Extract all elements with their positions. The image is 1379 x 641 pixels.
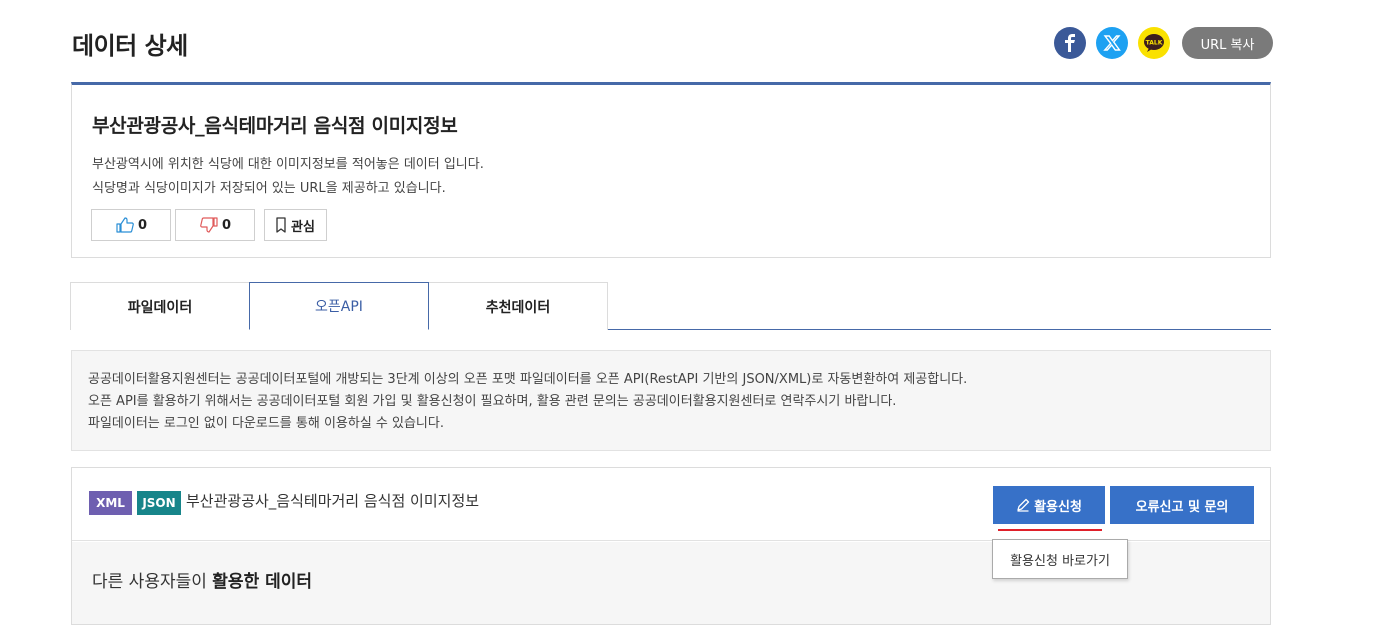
favorite-button[interactable]: 관심 — [264, 209, 327, 241]
used-data-bold: 활용한 데이터 — [212, 572, 313, 592]
apply-tooltip: 활용신청 바로가기 — [992, 539, 1128, 579]
description-line-2: 식당명과 식당이미지가 저장되어 있는 URL을 제공하고 있습니다. — [92, 181, 446, 196]
pencil-icon — [1017, 498, 1030, 512]
used-data-heading: 다른 사용자들이 활용한 데이터 — [92, 567, 312, 592]
x-twitter-icon — [1103, 35, 1121, 51]
dislike-button[interactable]: 0 — [175, 209, 255, 241]
facebook-icon — [1065, 34, 1075, 52]
dataset-description: 부산광역시에 위치한 식당에 대한 이미지정보를 적어놓은 데이터 입니다. 식… — [92, 153, 484, 201]
open-api-notice: 공공데이터활용지원센터는 공공데이터포털에 개방되는 3단계 이상의 오픈 포맷… — [71, 350, 1271, 451]
api-item: XML JSON 부산관광공사_음식테마거리 음식점 이미지정보 활용신청 오류… — [71, 467, 1271, 625]
notice-line-2: 오픈 API를 활용하기 위해서는 공공데이터포털 회원 가입 및 활용신청이 … — [88, 394, 897, 409]
used-data-prefix: 다른 사용자들이 — [92, 572, 207, 592]
report-error-button[interactable]: 오류신고 및 문의 — [1110, 486, 1254, 524]
bookmark-icon — [276, 217, 286, 233]
xml-format-badge: XML — [89, 491, 132, 515]
apply-button[interactable]: 활용신청 — [993, 486, 1105, 524]
kakaotalk-share-button[interactable]: TALK — [1138, 27, 1170, 59]
tab-recommended-data[interactable]: 추천데이터 — [428, 282, 608, 330]
tab-file-data[interactable]: 파일데이터 — [70, 282, 250, 330]
notice-line-1: 공공데이터활용지원센터는 공공데이터포털에 개방되는 3단계 이상의 오픈 포맷… — [88, 372, 968, 387]
kakao-talk-label: TALK — [1146, 40, 1163, 47]
url-copy-button[interactable]: URL 복사 — [1182, 27, 1273, 59]
api-name: 부산관광공사_음식테마거리 음식점 이미지정보 — [186, 492, 480, 510]
favorite-label: 관심 — [291, 219, 315, 235]
like-button[interactable]: 0 — [91, 209, 171, 241]
thumbs-up-icon — [116, 217, 134, 233]
dataset-summary: 부산관광공사_음식테마거리 음식점 이미지정보 부산광역시에 위치한 식당에 대… — [71, 82, 1271, 258]
data-tabs: 파일데이터 추천데이터 오픈API — [70, 282, 1271, 330]
json-format-badge: JSON — [137, 491, 181, 515]
share-bar: TALK URL 복사 — [1054, 27, 1273, 59]
x-share-button[interactable] — [1096, 27, 1128, 59]
description-line-1: 부산광역시에 위치한 식당에 대한 이미지정보를 적어놓은 데이터 입니다. — [92, 157, 484, 172]
facebook-share-button[interactable] — [1054, 27, 1086, 59]
api-item-header: XML JSON 부산관광공사_음식테마거리 음식점 이미지정보 활용신청 오류… — [72, 468, 1270, 579]
like-count: 0 — [138, 217, 148, 233]
apply-highlight-underline — [998, 529, 1102, 531]
thumbs-down-icon — [200, 217, 218, 233]
dislike-count: 0 — [222, 217, 232, 233]
page-title: 데이터 상세 — [72, 32, 188, 60]
apply-button-label: 활용신청 — [1034, 499, 1082, 515]
kakaotalk-icon: TALK — [1144, 34, 1164, 52]
dataset-title: 부산관광공사_음식테마거리 음식점 이미지정보 — [92, 115, 458, 137]
tab-open-api[interactable]: 오픈API — [249, 282, 429, 330]
notice-line-3: 파일데이터는 로그인 없이 다운로드를 통해 이용하실 수 있습니다. — [88, 416, 444, 431]
